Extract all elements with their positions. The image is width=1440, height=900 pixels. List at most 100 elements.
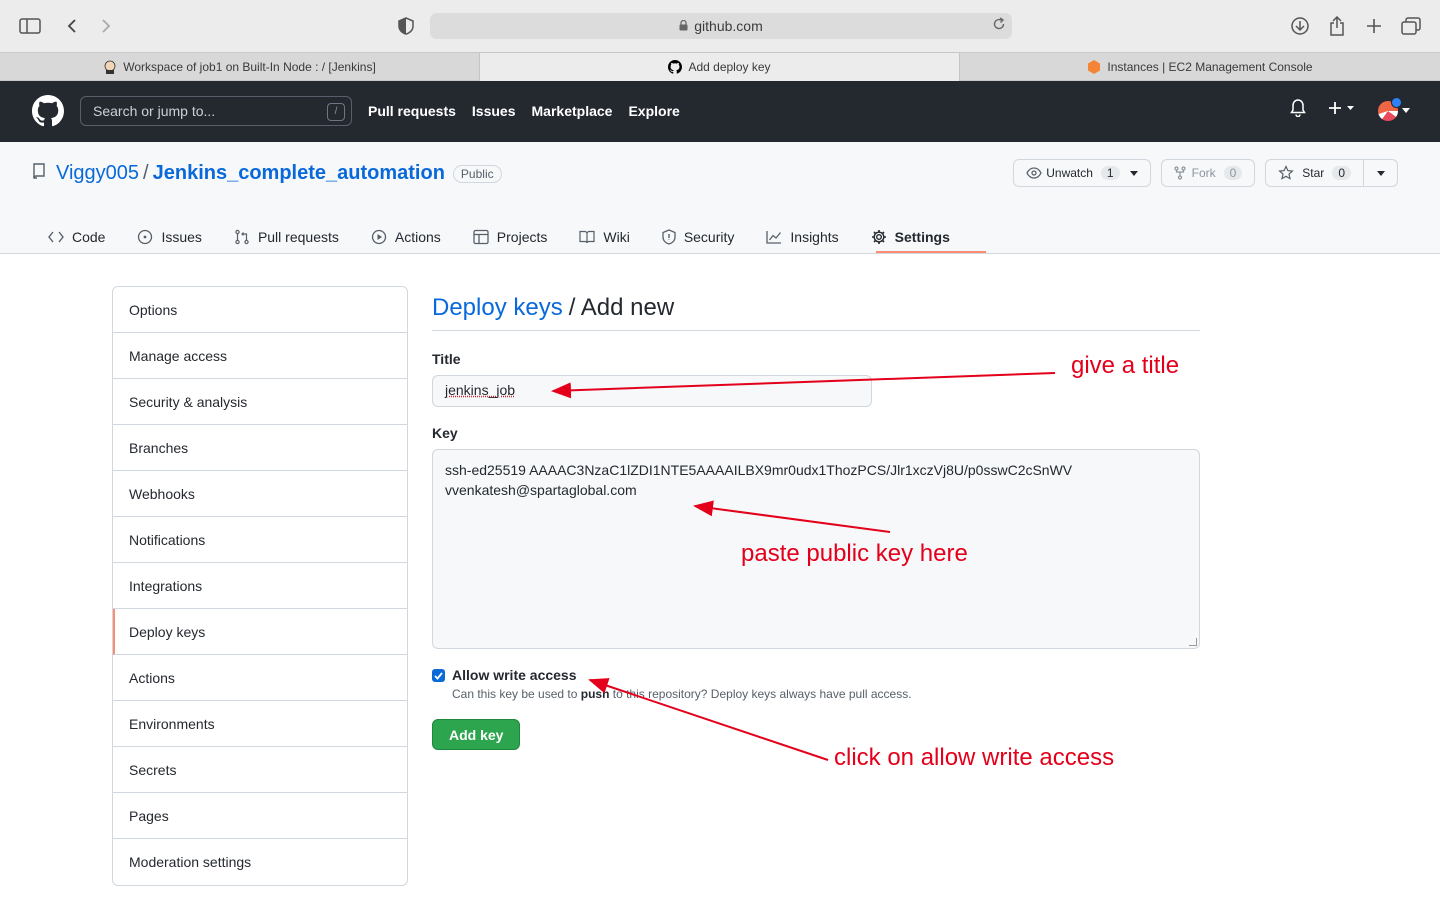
lock-icon xyxy=(679,18,688,34)
chevron-down-icon xyxy=(1402,107,1410,113)
tab-pull-requests[interactable]: Pull requests xyxy=(234,220,355,254)
forward-icon[interactable] xyxy=(94,14,118,38)
note-text-after: to this repository? Deploy keys always h… xyxy=(609,687,912,701)
tab-label: Projects xyxy=(496,229,548,245)
search-input[interactable]: Search or jump to... / xyxy=(80,96,352,126)
browser-tab-title: Add deploy key xyxy=(688,60,771,74)
eye-icon xyxy=(1026,167,1042,179)
tab-projects[interactable]: Projects xyxy=(473,220,564,254)
github-favicon-icon xyxy=(668,60,683,74)
reload-icon[interactable] xyxy=(992,17,1006,34)
search-shortcut-key: / xyxy=(327,103,345,121)
tab-code[interactable]: Code xyxy=(48,220,121,254)
star-list-dropdown[interactable] xyxy=(1364,159,1398,187)
tab-label: Actions xyxy=(394,229,441,245)
star-button[interactable]: Star 0 xyxy=(1265,159,1364,187)
gear-icon xyxy=(871,230,886,244)
note-bold: push xyxy=(580,687,610,701)
notifications-bell-icon[interactable] xyxy=(1290,99,1306,122)
caret-down-icon xyxy=(1129,170,1138,176)
tab-label: Wiki xyxy=(603,229,630,245)
sidebar-item-secrets[interactable]: Secrets xyxy=(113,747,407,793)
tab-issues[interactable]: Issues xyxy=(137,220,217,254)
tab-label: Security xyxy=(683,229,735,245)
tab-label: Insights xyxy=(790,229,839,245)
back-icon[interactable] xyxy=(60,14,84,38)
user-menu[interactable] xyxy=(1378,96,1410,121)
url-text: github.com xyxy=(694,18,763,34)
tab-overview-icon[interactable] xyxy=(1399,14,1423,38)
allow-write-label[interactable]: Allow write access xyxy=(452,667,577,683)
sidebar-item-webhooks[interactable]: Webhooks xyxy=(113,471,407,517)
project-table-icon xyxy=(473,229,489,245)
new-tab-icon[interactable] xyxy=(1362,14,1386,38)
tab-actions[interactable]: Actions xyxy=(371,220,457,254)
sidebar-item-branches[interactable]: Branches xyxy=(113,425,407,471)
allow-write-row: Allow write access xyxy=(432,667,1200,683)
nav-pull-requests[interactable]: Pull requests xyxy=(368,103,456,119)
settings-sidebar: Options Manage access Security & analysi… xyxy=(112,286,408,886)
tab-label: Settings xyxy=(894,229,950,245)
sidebar-item-moderation-settings[interactable]: Moderation settings xyxy=(113,839,407,885)
browser-tab-add-deploy-key[interactable]: Add deploy key xyxy=(480,53,960,81)
book-icon xyxy=(579,230,595,244)
nav-issues[interactable]: Issues xyxy=(472,103,516,119)
star-count: 0 xyxy=(1332,166,1351,180)
fork-button[interactable]: Fork 0 xyxy=(1160,159,1256,187)
github-logo-icon[interactable] xyxy=(32,95,64,132)
title-value: jenkins_job xyxy=(445,382,516,398)
annotation-key-hint: paste public key here xyxy=(741,540,968,567)
visibility-badge: Public xyxy=(452,164,502,183)
share-icon[interactable] xyxy=(1325,14,1349,38)
global-nav: Pull requests Issues Marketplace Explore xyxy=(368,103,680,119)
allow-write-checkbox[interactable] xyxy=(432,669,445,682)
tab-wiki[interactable]: Wiki xyxy=(579,220,645,254)
browser-tab-jenkins[interactable]: Workspace of job1 on Built-In Node : / [… xyxy=(0,53,480,81)
search-placeholder: Search or jump to... xyxy=(93,103,216,119)
sidebar-item-manage-access[interactable]: Manage access xyxy=(113,333,407,379)
deploy-keys-link[interactable]: Deploy keys xyxy=(432,294,563,322)
create-new-plus-icon[interactable] xyxy=(1328,101,1356,120)
watch-count: 1 xyxy=(1100,166,1120,180)
jenkins-favicon-icon xyxy=(103,60,117,74)
privacy-shield-icon[interactable] xyxy=(394,14,418,38)
key-text-line: vvenkatesh@spartaglobal.com xyxy=(445,482,637,498)
repo-name-link[interactable]: Jenkins_complete_automation xyxy=(153,162,445,185)
browser-tab-strip: Workspace of job1 on Built-In Node : / [… xyxy=(0,52,1440,81)
sidebar-item-integrations[interactable]: Integrations xyxy=(113,563,407,609)
browser-toolbar: github.com xyxy=(0,0,1440,52)
sidebar-item-actions[interactable]: Actions xyxy=(113,655,407,701)
sidebar-item-environments[interactable]: Environments xyxy=(113,701,407,747)
title-input[interactable]: jenkins_job xyxy=(432,375,872,407)
downloads-icon[interactable] xyxy=(1288,14,1312,38)
sidebar-item-options[interactable]: Options xyxy=(113,287,407,333)
tab-security[interactable]: Security xyxy=(662,220,751,254)
address-bar[interactable]: github.com xyxy=(430,13,1012,39)
tab-settings[interactable]: Settings xyxy=(871,220,966,254)
caret-down-icon xyxy=(1376,170,1385,176)
nav-marketplace[interactable]: Marketplace xyxy=(532,103,613,119)
repo-owner-link[interactable]: Viggy005 xyxy=(56,162,139,185)
sidebar-item-pages[interactable]: Pages xyxy=(113,793,407,839)
browser-tab-ec2[interactable]: Instances | EC2 Management Console xyxy=(960,53,1440,81)
sidebar-item-deploy-keys[interactable]: Deploy keys xyxy=(113,609,407,655)
sidebar-toggle-icon[interactable] xyxy=(18,14,42,38)
sidebar-item-security-analysis[interactable]: Security & analysis xyxy=(113,379,407,425)
repo-title: Viggy005 / Jenkins_complete_automation P… xyxy=(32,162,502,185)
unwatch-button[interactable]: Unwatch 1 xyxy=(1013,159,1151,187)
fork-label: Fork xyxy=(1191,166,1216,180)
tab-insights[interactable]: Insights xyxy=(766,220,854,254)
aws-ec2-favicon-icon xyxy=(1087,60,1101,74)
resize-handle-icon[interactable] xyxy=(1189,638,1197,646)
page-title: Deploy keys / Add new xyxy=(432,286,1200,331)
graph-icon xyxy=(766,231,782,244)
sidebar-item-notifications[interactable]: Notifications xyxy=(113,517,407,563)
star-label: Star xyxy=(1302,166,1325,180)
issue-icon xyxy=(138,229,153,245)
avatar xyxy=(1378,96,1402,121)
add-key-button[interactable]: Add key xyxy=(432,719,521,750)
nav-explore[interactable]: Explore xyxy=(628,103,679,119)
fork-count: 0 xyxy=(1223,166,1243,180)
repo-icon xyxy=(32,162,46,185)
github-header: Search or jump to... / Pull requests Iss… xyxy=(0,81,1440,142)
